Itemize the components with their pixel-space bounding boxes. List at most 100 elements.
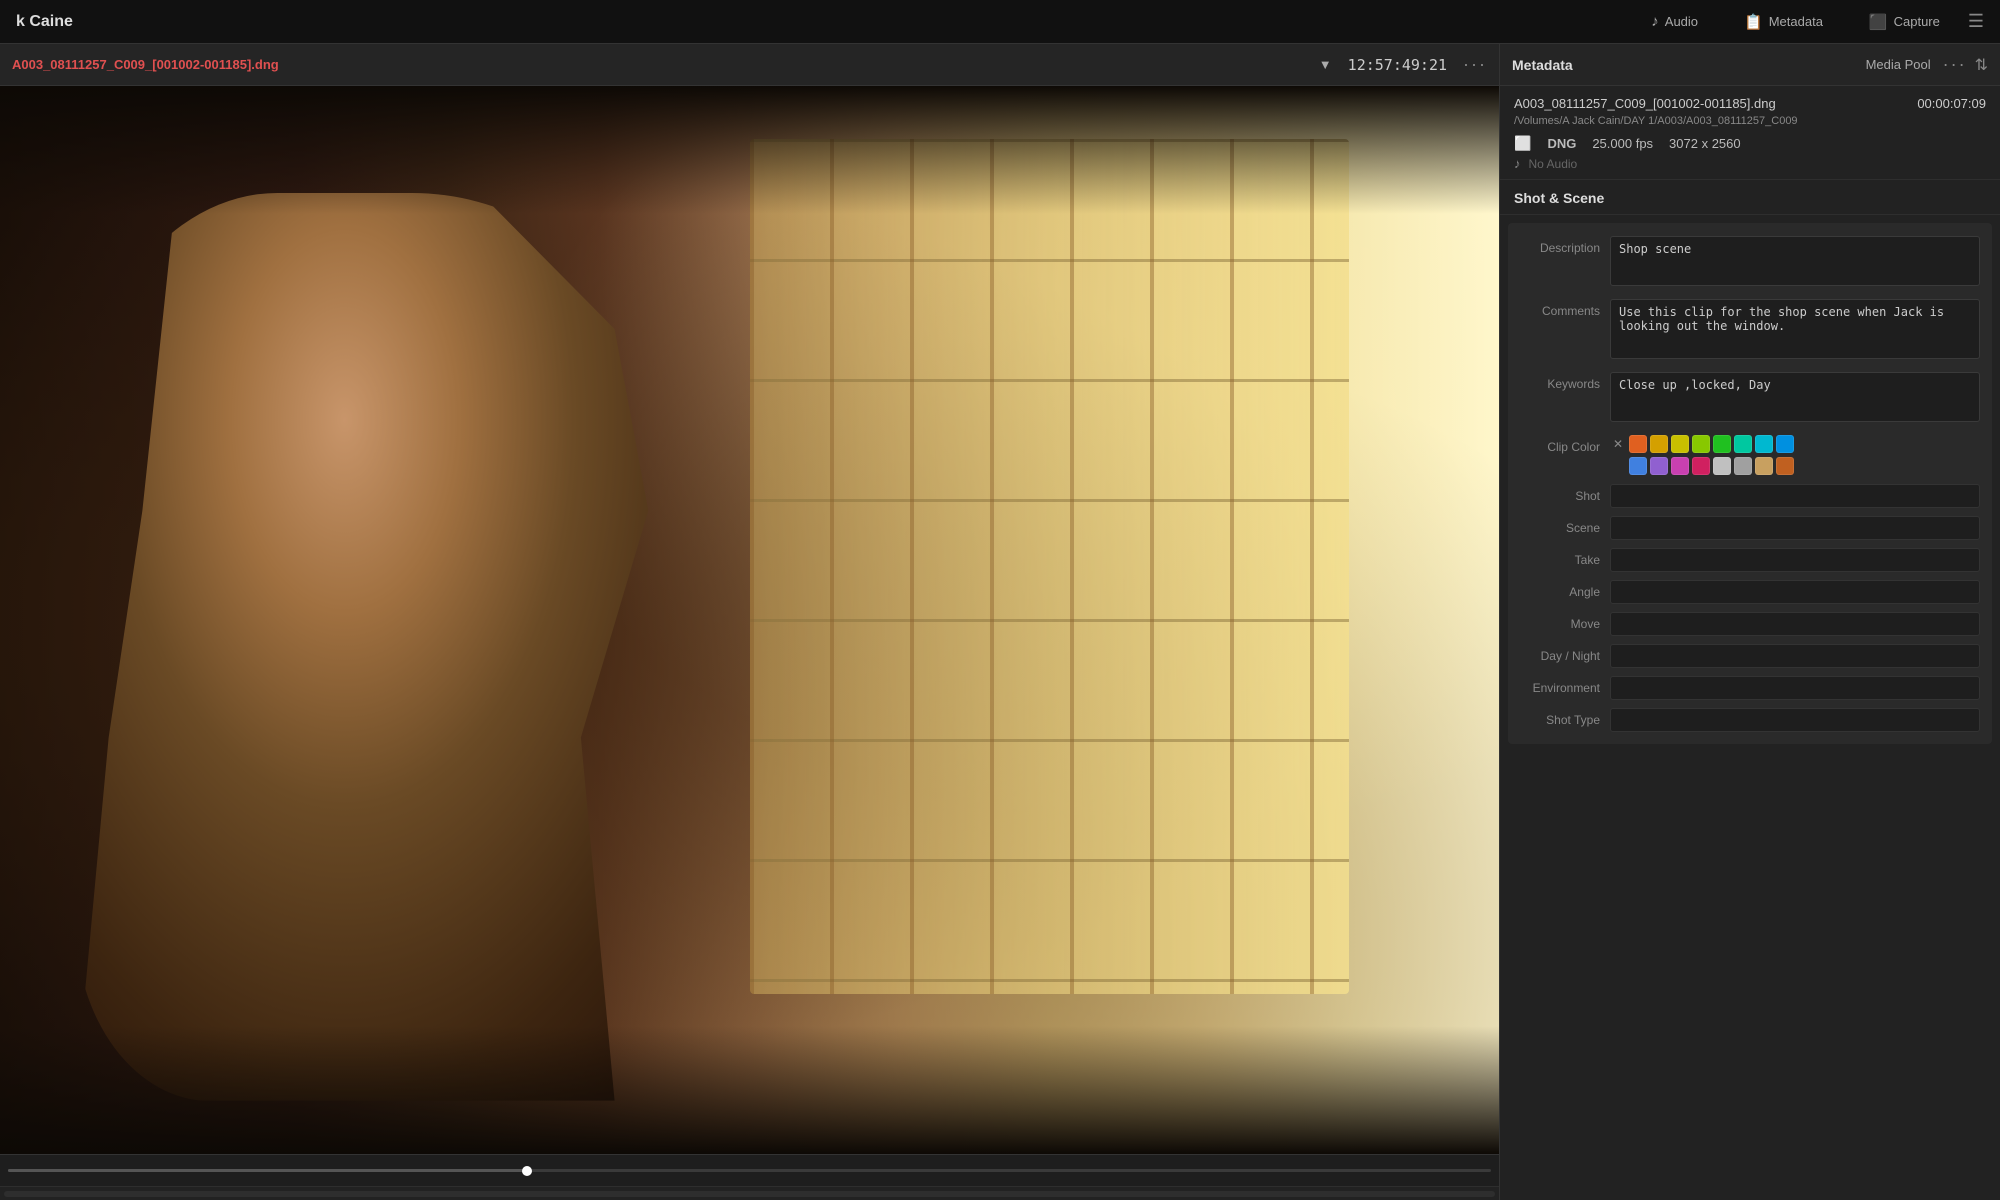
color-swatch-brown[interactable] bbox=[1776, 457, 1794, 475]
top-tabs: ♪ Audio 📋 Metadata ⬛ Capture bbox=[1643, 9, 1948, 35]
move-row: Move bbox=[1508, 608, 1992, 640]
shot-type-input[interactable] bbox=[1610, 708, 1980, 732]
angle-label: Angle bbox=[1520, 585, 1610, 599]
color-clear-button[interactable]: ✕ bbox=[1610, 436, 1626, 452]
description-input[interactable]: Shop scene bbox=[1610, 236, 1980, 286]
day-night-input[interactable] bbox=[1610, 644, 1980, 668]
color-swatch-blue[interactable] bbox=[1629, 457, 1647, 475]
tab-metadata[interactable]: 📋 Metadata bbox=[1736, 9, 1831, 35]
color-swatch-orange[interactable] bbox=[1629, 435, 1647, 453]
clip-info-section: A003_08111257_C009_[001002-001185].dng 0… bbox=[1500, 86, 2000, 180]
audio-tab-icon: ♪ bbox=[1651, 13, 1659, 30]
color-swatch-amber[interactable] bbox=[1650, 435, 1668, 453]
inner-metadata-panel: Description Shop scene Comments Use this… bbox=[1508, 223, 1992, 744]
take-input[interactable] bbox=[1610, 548, 1980, 572]
color-swatch-sky[interactable] bbox=[1776, 435, 1794, 453]
color-swatch-tan[interactable] bbox=[1755, 457, 1773, 475]
color-swatch-purple[interactable] bbox=[1650, 457, 1668, 475]
clip-full-name: A003_08111257_C009_[001002-001185].dng bbox=[1514, 96, 1776, 111]
angle-row: Angle bbox=[1508, 576, 1992, 608]
move-input[interactable] bbox=[1610, 612, 1980, 636]
scene-row: Scene bbox=[1508, 512, 1992, 544]
format-label: DNG bbox=[1547, 136, 1576, 151]
format-icon: ⬜ bbox=[1514, 135, 1531, 152]
color-swatch-lime[interactable] bbox=[1692, 435, 1710, 453]
color-swatch-cyan[interactable] bbox=[1755, 435, 1773, 453]
clip-tech-row: ⬜ DNG 25.000 fps 3072 x 2560 bbox=[1514, 135, 1986, 152]
viewer-options-button[interactable]: ··· bbox=[1463, 54, 1487, 75]
take-row: Take bbox=[1508, 544, 1992, 576]
comments-input[interactable]: Use this clip for the shop scene when Ja… bbox=[1610, 299, 1980, 359]
media-pool-button[interactable]: Media Pool bbox=[1866, 57, 1931, 72]
audio-label: No Audio bbox=[1529, 157, 1578, 171]
shot-scene-header: Shot & Scene bbox=[1500, 180, 2000, 215]
color-swatch-magenta[interactable] bbox=[1671, 457, 1689, 475]
expand-collapse-button[interactable]: ⇅ bbox=[1975, 55, 1988, 75]
shot-scene-body: Description Shop scene Comments Use this… bbox=[1500, 215, 2000, 1200]
clip-name-label: A003_08111257_C009_[001002-001185].dng bbox=[12, 57, 1313, 72]
video-frame bbox=[0, 86, 1499, 1154]
audio-info-row: ♪ No Audio bbox=[1514, 156, 1986, 171]
capture-tab-icon: ⬛ bbox=[1869, 13, 1888, 31]
color-swatch-gray[interactable] bbox=[1734, 457, 1752, 475]
clip-info-row1: A003_08111257_C009_[001002-001185].dng 0… bbox=[1514, 96, 1986, 111]
keywords-input[interactable]: Close up ,locked, Day bbox=[1610, 372, 1980, 422]
frame-vignette-bottom bbox=[0, 1026, 1499, 1154]
right-panel-header: Metadata Media Pool ··· ⇅ bbox=[1500, 44, 2000, 86]
scene-input[interactable] bbox=[1610, 516, 1980, 540]
day-night-row: Day / Night bbox=[1508, 640, 1992, 672]
metadata-tab-label: Metadata bbox=[1769, 14, 1823, 29]
angle-input[interactable] bbox=[1610, 580, 1980, 604]
scrubber-handle[interactable] bbox=[522, 1166, 532, 1176]
shot-type-row: Shot Type bbox=[1508, 704, 1992, 736]
fps-value: 25.000 fps bbox=[1592, 136, 1653, 151]
viewer-toolbar: A003_08111257_C009_[001002-001185].dng ▼… bbox=[0, 44, 1499, 86]
scrollbar-track[interactable] bbox=[4, 1191, 1495, 1197]
color-swatch-pink[interactable] bbox=[1692, 457, 1710, 475]
audio-icon: ♪ bbox=[1514, 156, 1521, 171]
color-swatch-teal[interactable] bbox=[1734, 435, 1752, 453]
clip-color-swatches: ✕ bbox=[1610, 435, 1980, 475]
environment-input[interactable] bbox=[1610, 676, 1980, 700]
scrollbar-area bbox=[0, 1186, 1499, 1200]
tab-capture[interactable]: ⬛ Capture bbox=[1861, 9, 1948, 35]
comments-row: Comments Use this clip for the shop scen… bbox=[1508, 294, 1992, 367]
scrubber-track[interactable] bbox=[8, 1169, 1491, 1172]
clip-path: /Volumes/A Jack Cain/DAY 1/A003/A003_081… bbox=[1514, 115, 1986, 127]
frame-vignette-top bbox=[0, 86, 1499, 214]
timecode-display: 12:57:49:21 bbox=[1348, 56, 1447, 74]
resolution-value: 3072 x 2560 bbox=[1669, 136, 1741, 151]
description-label: Description bbox=[1520, 236, 1610, 255]
move-label: Move bbox=[1520, 617, 1610, 631]
audio-tab-label: Audio bbox=[1665, 14, 1698, 29]
environment-row: Environment bbox=[1508, 672, 1992, 704]
color-swatch-yellow[interactable] bbox=[1671, 435, 1689, 453]
comments-value: Use this clip for the shop scene when Ja… bbox=[1610, 299, 1980, 362]
top-bar: k Caine ♪ Audio 📋 Metadata ⬛ Capture ☰ bbox=[0, 0, 2000, 44]
clip-color-label: Clip Color bbox=[1520, 435, 1610, 454]
clip-dropdown-arrow[interactable]: ▼ bbox=[1319, 57, 1332, 72]
viewer-panel: A003_08111257_C009_[001002-001185].dng ▼… bbox=[0, 44, 1500, 1200]
color-swatches-area: ✕ bbox=[1610, 435, 1980, 475]
right-panel: Metadata Media Pool ··· ⇅ A003_08111257_… bbox=[1500, 44, 2000, 1200]
keywords-row: Keywords Close up ,locked, Day bbox=[1508, 367, 1992, 430]
metadata-tab-icon: 📋 bbox=[1744, 13, 1763, 31]
window-light-effect bbox=[750, 139, 1350, 993]
environment-label: Environment bbox=[1520, 681, 1610, 695]
scrubber-progress bbox=[8, 1169, 527, 1172]
color-swatch-green[interactable] bbox=[1713, 435, 1731, 453]
color-row-2 bbox=[1610, 457, 1980, 475]
shot-input[interactable] bbox=[1610, 484, 1980, 508]
tab-audio[interactable]: ♪ Audio bbox=[1643, 9, 1706, 35]
color-row2-spacer bbox=[1610, 458, 1626, 474]
comments-label: Comments bbox=[1520, 299, 1610, 318]
clip-color-row: Clip Color ✕ bbox=[1508, 430, 1992, 480]
capture-tab-label: Capture bbox=[1894, 14, 1940, 29]
scrubber-area bbox=[0, 1154, 1499, 1186]
main-layout: A003_08111257_C009_[001002-001185].dng ▼… bbox=[0, 44, 2000, 1200]
color-swatch-lightgray[interactable] bbox=[1713, 457, 1731, 475]
right-panel-options-button[interactable]: ··· bbox=[1943, 54, 1967, 75]
color-row-1: ✕ bbox=[1610, 435, 1980, 453]
sidebar-toggle-icon[interactable]: ☰ bbox=[1968, 11, 1984, 32]
keywords-label: Keywords bbox=[1520, 372, 1610, 391]
